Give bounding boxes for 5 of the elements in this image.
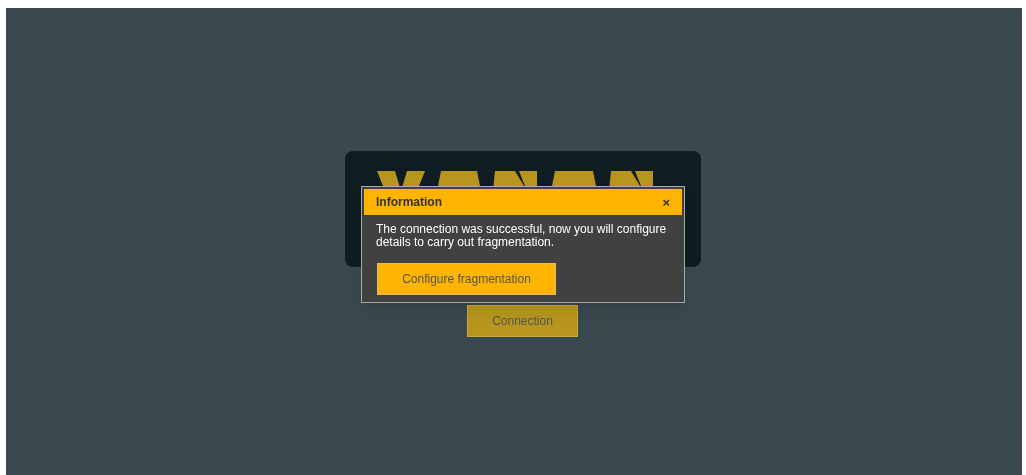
- dialog-title: Information: [376, 194, 442, 211]
- dialog-message: The connection was successful, now you will configure details to carry out fragmentation.: [375, 221, 668, 249]
- configure-button[interactable]: Configure fragmentation: [377, 263, 556, 295]
- close-button[interactable]: ×: [662, 195, 670, 209]
- connection-button[interactable]: Connection: [467, 305, 578, 337]
